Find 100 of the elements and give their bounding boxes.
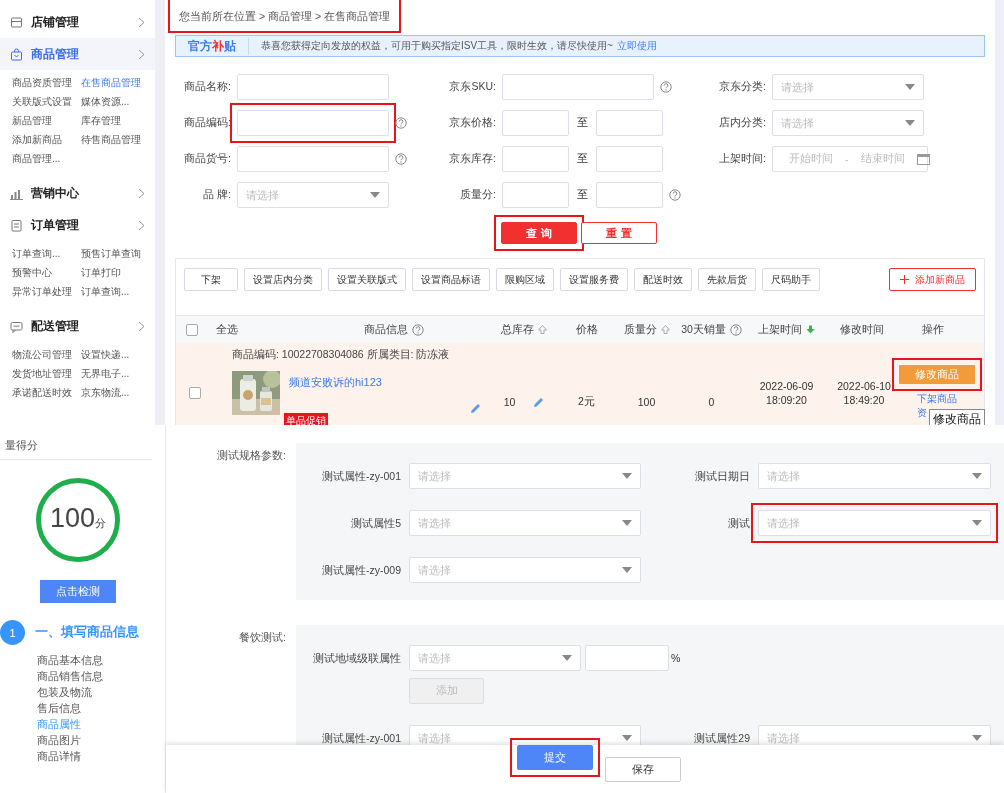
- add-product-button[interactable]: 添加新商品: [889, 268, 976, 291]
- column-header: 价格: [575, 322, 598, 337]
- step-link[interactable]: 包装及物流: [37, 684, 165, 700]
- field-label: 商品编码:: [183, 116, 232, 130]
- text-field[interactable]: [585, 645, 669, 671]
- subsidy-badge: 官方补贴: [188, 37, 249, 55]
- text-field[interactable]: [596, 146, 663, 172]
- text-field[interactable]: [502, 182, 569, 208]
- text-field[interactable]: [237, 110, 389, 136]
- sidebar-link[interactable]: 媒体资源...: [81, 93, 153, 110]
- sidebar-group[interactable]: 店铺管理: [0, 6, 155, 38]
- toolbar-button[interactable]: 限购区域: [496, 268, 554, 291]
- sidebar-link[interactable]: 异常订单处理: [12, 283, 81, 300]
- table-cell: 0: [708, 396, 715, 408]
- checkbox[interactable]: [186, 323, 198, 336]
- sidebar-link[interactable]: 预警中心: [12, 264, 81, 281]
- text-field[interactable]: [596, 110, 663, 136]
- field-label: 测试属性29: [693, 731, 751, 745]
- sidebar-group[interactable]: 商品管理: [0, 38, 155, 70]
- pencil-icon: [470, 402, 481, 414]
- sidebar-link[interactable]: 订单查询...: [12, 245, 81, 262]
- field-label: 京东价格:: [448, 116, 497, 130]
- field-label: 店内分类:: [718, 116, 767, 130]
- step-link[interactable]: 商品图片: [37, 732, 165, 748]
- text-field[interactable]: [502, 110, 569, 136]
- product-title-link[interactable]: 频道安败诉的hi123: [289, 374, 382, 390]
- sidebar-link[interactable]: 设置快递...: [81, 346, 153, 363]
- toolbar-button[interactable]: 设置关联版式: [328, 268, 406, 291]
- sidebar-link[interactable]: 预售订单查询: [81, 245, 153, 262]
- toolbar-button[interactable]: 下架: [184, 268, 238, 291]
- sidebar-link[interactable]: 在售商品管理: [81, 74, 153, 91]
- toolbar-button[interactable]: 先款后货: [698, 268, 756, 291]
- sidebar-link[interactable]: 关联版式设置: [12, 93, 81, 110]
- sidebar-group[interactable]: 配送管理: [0, 310, 155, 342]
- tooltip: 修改商品: [929, 409, 985, 425]
- action-link[interactable]: 下架商品: [899, 393, 957, 405]
- table-cell: 10: [503, 396, 516, 408]
- sidebar-link[interactable]: 待售商品管理: [81, 131, 153, 148]
- action-link[interactable]: 资: [917, 407, 927, 419]
- sidebar-link[interactable]: 承诺配送时效: [12, 384, 81, 401]
- sidebar-group[interactable]: 订单管理: [0, 209, 155, 241]
- chevron-icon: [138, 187, 145, 199]
- range-separator: 至: [577, 116, 588, 130]
- step-link[interactable]: 商品基本信息: [37, 652, 165, 668]
- table-cell: 100: [637, 396, 656, 408]
- toolbar-button[interactable]: 设置服务费: [560, 268, 628, 291]
- sidebar-link[interactable]: 京东物流...: [81, 384, 153, 401]
- search-button[interactable]: 查 询: [501, 222, 577, 244]
- reset-button[interactable]: 重 置: [581, 222, 657, 244]
- sidebar-link[interactable]: 商品管理...: [12, 150, 81, 167]
- step-link[interactable]: 商品详情: [37, 748, 165, 764]
- toolbar-button[interactable]: 配送时效: [634, 268, 692, 291]
- sidebar-link[interactable]: 发货地址管理: [12, 365, 81, 382]
- text-field[interactable]: [237, 74, 389, 100]
- section-label: 测试规格参数:: [216, 448, 287, 463]
- column-header: 修改时间: [839, 322, 884, 337]
- text-field[interactable]: [237, 146, 389, 172]
- sidebar-group[interactable]: 营销中心: [0, 177, 155, 209]
- column-header: 质量分: [623, 322, 657, 337]
- sidebar-link[interactable]: 订单打印: [81, 264, 153, 281]
- step-link[interactable]: 售后信息: [37, 700, 165, 716]
- field-label: 测试属性-zy-001: [321, 731, 402, 745]
- text-field[interactable]: [502, 146, 569, 172]
- field-label: 测试属性-zy-001: [321, 469, 402, 484]
- toolbar-button[interactable]: 设置商品标语: [412, 268, 490, 291]
- field-label: 商品货号:: [183, 152, 232, 166]
- caret-icon: [905, 84, 915, 90]
- chevron-icon: [138, 320, 145, 332]
- field-label: 测试地域级联属性: [312, 651, 402, 666]
- table-cell: 2元: [578, 395, 595, 407]
- sidebar-link[interactable]: 库存管理: [81, 112, 153, 129]
- caret-icon: [370, 192, 380, 198]
- promotion-tag: 单品促销: [284, 412, 328, 425]
- toolbar-button[interactable]: 设置店内分类: [244, 268, 322, 291]
- toolbar-button[interactable]: 尺码助手: [762, 268, 820, 291]
- sidebar-link[interactable]: 无界电子...: [81, 365, 153, 382]
- sidebar-link[interactable]: 订单查询...: [81, 283, 153, 300]
- column-header: 30天销量: [681, 322, 726, 337]
- caret-icon: [972, 735, 982, 741]
- score-caption: 量得分: [0, 439, 152, 460]
- range-separator: 至: [577, 188, 588, 202]
- text-field[interactable]: [596, 182, 663, 208]
- column-header: 商品信息: [364, 322, 408, 337]
- text-field[interactable]: [502, 74, 654, 100]
- sidebar-link[interactable]: 添加新商品: [12, 131, 81, 148]
- sidebar-link[interactable]: 新品管理: [12, 112, 81, 129]
- caret-icon: [972, 520, 982, 526]
- range-separator: 至: [577, 152, 588, 166]
- save-button[interactable]: 保存: [605, 756, 681, 782]
- use-now-link[interactable]: 立即使用: [616, 39, 657, 53]
- breadcrumb: 您当前所在位置 > 商品管理 > 在售商品管理: [178, 9, 391, 24]
- step-link[interactable]: 商品销售信息: [37, 668, 165, 684]
- product-meta: 商品编码: 10022708304086 所属类目: 防冻液: [232, 348, 450, 362]
- sidebar-link[interactable]: 商品资质管理: [12, 74, 81, 91]
- checkbox[interactable]: [189, 387, 201, 399]
- select-all-label: 全选: [216, 322, 238, 337]
- sidebar-link[interactable]: 物流公司管理: [12, 346, 81, 363]
- pencil-icon: [533, 396, 545, 408]
- column-header: 操作: [921, 322, 944, 337]
- chevron-icon: [138, 219, 145, 231]
